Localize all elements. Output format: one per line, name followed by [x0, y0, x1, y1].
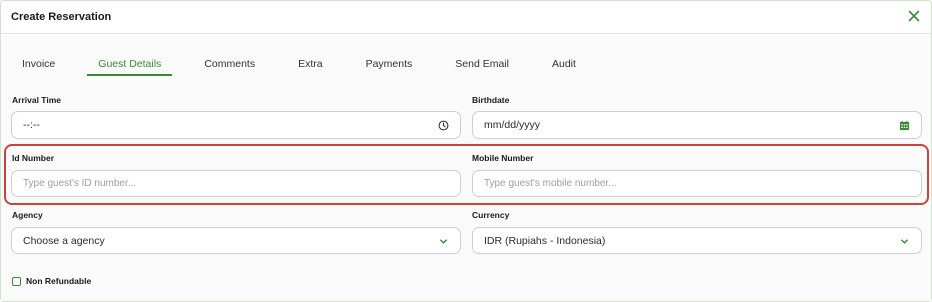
agency-select[interactable]: Choose a agency: [11, 227, 461, 254]
non-refundable-label: Non Refundable: [26, 276, 92, 286]
dialog-header: Create Reservation: [1, 1, 931, 34]
tab-audit[interactable]: Audit: [552, 53, 576, 75]
birthdate-label: Birthdate: [472, 95, 510, 105]
close-icon[interactable]: [907, 9, 921, 23]
calendar-icon[interactable]: [899, 120, 910, 131]
agency-value: Choose a agency: [23, 234, 105, 247]
mobile-number-input[interactable]: [484, 178, 921, 189]
clock-icon[interactable]: [438, 120, 449, 131]
currency-value: IDR (Rupiahs - Indonesia): [484, 234, 606, 247]
id-number-input[interactable]: [23, 178, 460, 189]
mobile-number-field[interactable]: [472, 170, 922, 197]
chevron-down-icon[interactable]: [438, 236, 449, 247]
birthdate-value: mm/dd/yyyy: [484, 119, 541, 131]
tab-send-email[interactable]: Send Email: [455, 53, 509, 75]
non-refundable-checkbox[interactable]: [12, 277, 21, 286]
tab-invoice[interactable]: Invoice: [22, 53, 55, 75]
dialog-title: Create Reservation: [11, 11, 112, 23]
currency-select[interactable]: IDR (Rupiahs - Indonesia): [472, 227, 922, 254]
birthdate-input[interactable]: mm/dd/yyyy: [472, 111, 922, 139]
tab-bar: Invoice Guest Details Comments Extra Pay…: [11, 53, 923, 76]
chevron-down-icon[interactable]: [899, 236, 910, 247]
arrival-time-label: Arrival Time: [12, 95, 61, 105]
tab-comments[interactable]: Comments: [204, 53, 255, 75]
arrival-time-value: --:--: [23, 119, 40, 131]
tab-payments[interactable]: Payments: [366, 53, 413, 75]
arrival-time-input[interactable]: --:--: [11, 111, 461, 139]
id-number-label: Id Number: [12, 153, 55, 163]
tab-extra[interactable]: Extra: [298, 53, 323, 75]
tab-guest-details[interactable]: Guest Details: [87, 53, 173, 76]
mobile-number-label: Mobile Number: [472, 153, 534, 163]
create-reservation-dialog: Create Reservation Invoice Guest Details…: [0, 0, 932, 302]
agency-label: Agency: [12, 210, 43, 220]
currency-label: Currency: [472, 210, 510, 220]
id-number-field[interactable]: [11, 170, 461, 197]
